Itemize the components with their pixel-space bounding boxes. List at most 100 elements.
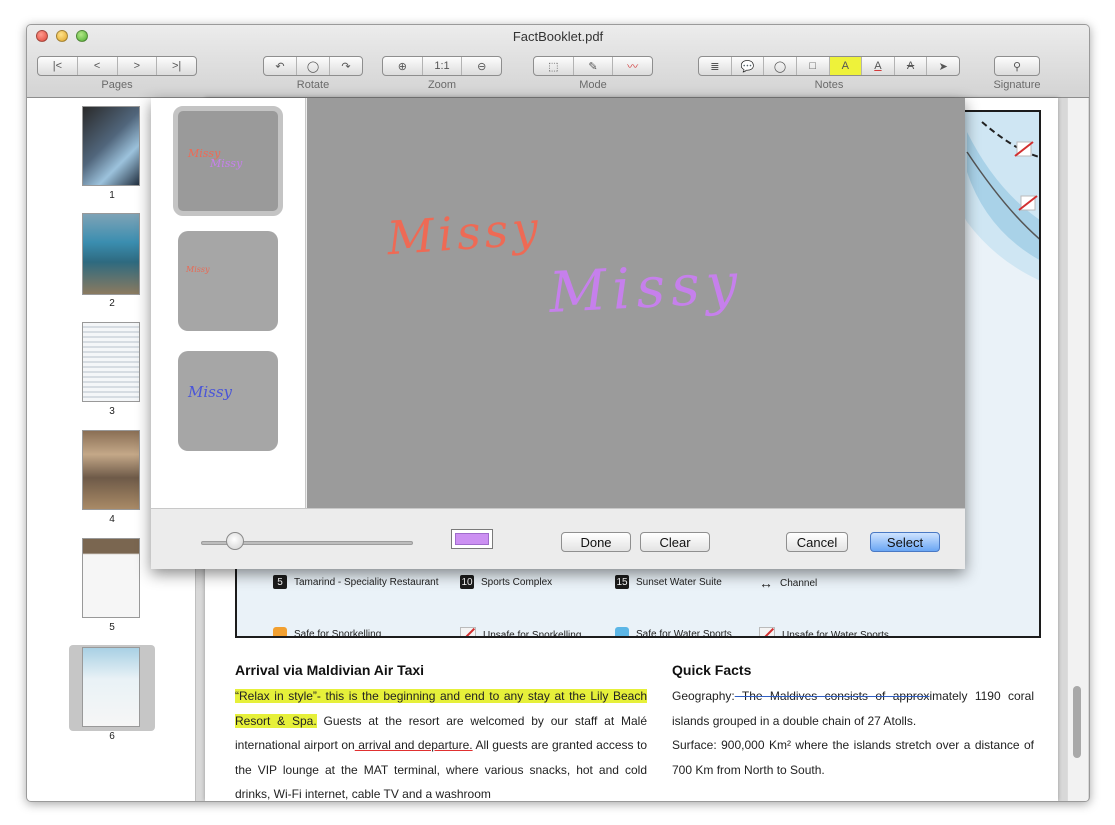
legend-item: ↔ Channel (759, 575, 817, 591)
notes-control: ≣ 💬 ◯ □ A A A ➤ (698, 56, 960, 76)
rotate-left-icon[interactable]: ↶ (264, 57, 296, 75)
legend-item: 15 Sunset Water Suite (615, 575, 722, 589)
legend-item: Unsafe for Snorkelling (460, 627, 582, 638)
legend-item: Safe for Water Sports (615, 627, 732, 638)
signature-sheet: Missy Missy Missy Missy Missy Missy Done… (151, 98, 965, 569)
legend-label: Unsafe for Snorkelling (483, 629, 582, 638)
highlight-icon[interactable]: A (828, 57, 862, 75)
oval-icon[interactable]: ◯ (763, 57, 796, 75)
rotate-control: ↶ ◯ ↷ (263, 56, 363, 76)
legend-item: Unsafe for Water Sports (759, 627, 889, 638)
quick-facts-paragraph: Geography: The Maldives consists of appr… (672, 684, 1034, 782)
signature-controls: Done Clear Cancel Select (151, 508, 965, 569)
done-button[interactable]: Done (561, 532, 631, 552)
page-thumbnail-4[interactable] (82, 430, 140, 510)
select-button[interactable]: Select (870, 532, 940, 552)
actual-size-button[interactable]: 1:1 (421, 57, 462, 75)
pen-width-slider-knob[interactable] (226, 532, 244, 550)
underline-icon[interactable]: A (861, 57, 894, 75)
zoom-control: ⊕ 1:1 ⊖ (382, 56, 502, 76)
flip-icon[interactable]: ◯ (296, 57, 329, 75)
rotate-label: Rotate (296, 79, 330, 91)
ink-color-well[interactable] (451, 529, 493, 549)
last-page-button[interactable]: >| (156, 57, 196, 75)
legend-item: 5 Tamarind - Speciality Restaurant (273, 575, 439, 589)
pointer-icon[interactable]: ➤ (926, 57, 959, 75)
legend-label: Sports Complex (481, 576, 553, 588)
signature-preview: Missy (186, 265, 210, 274)
note-icon[interactable]: ≣ (699, 57, 731, 75)
signature-card-1[interactable]: Missy Missy (173, 106, 283, 216)
zoom-label: Zoom (427, 79, 457, 91)
canvas-signature-1: Missy (385, 200, 544, 266)
strikethrough-icon[interactable]: A (893, 57, 927, 75)
mode-label: Mode (579, 79, 607, 91)
page-thumbnail-3[interactable] (82, 322, 140, 402)
legend-label: Safe for Water Sports (636, 628, 732, 638)
pages-label: Pages (101, 79, 133, 91)
safe-snorkelling-icon (273, 627, 287, 636)
safe-water-sports-icon (615, 627, 629, 636)
page-thumbnail-1[interactable] (82, 106, 140, 186)
legend-badge: 15 (615, 575, 629, 589)
window-title: FactBooklet.pdf (512, 29, 604, 44)
first-page-button[interactable]: |< (38, 57, 77, 75)
signature-canvas[interactable]: Missy Missy (307, 98, 965, 508)
page-thumbnail-6[interactable] (82, 647, 140, 727)
legend-label: Sunset Water Suite (636, 576, 722, 588)
strikethrough-text: The Maldives consists of approx (734, 689, 930, 703)
signature-card-2[interactable]: Missy (178, 231, 278, 331)
page-thumbnail-5[interactable] (82, 538, 140, 618)
legend-label: Channel (780, 577, 818, 589)
preview-window: FactBooklet.pdf |< < > >| Pages ↶ ◯ ↷ Ro… (26, 24, 1090, 802)
signature-card-3[interactable]: Missy (178, 351, 278, 451)
legend-label: Unsafe for Water Sports (782, 629, 889, 638)
cancel-button[interactable]: Cancel (786, 532, 848, 552)
rectangle-icon[interactable]: □ (795, 57, 829, 75)
legend-label: Safe for Snorkelling (294, 628, 382, 638)
page-number-1: 1 (109, 190, 115, 201)
pencil-mode-icon[interactable]: ✎ (572, 57, 613, 75)
vertical-scrollbar[interactable] (1067, 98, 1088, 801)
mode-control: ⬚ ✎ 〰 (533, 56, 653, 76)
previous-page-button[interactable]: < (76, 57, 117, 75)
legend-item: Safe for Snorkelling (273, 627, 382, 638)
arrival-paragraph: “Relax in style”- this is the beginning … (235, 684, 647, 801)
signature-list: Missy Missy Missy Missy (151, 98, 306, 508)
surface-text: Surface: 900,000 Km² where the islands s… (672, 738, 1034, 777)
page-number-4: 4 (109, 514, 115, 525)
signature-icon[interactable]: ⚲ (995, 57, 1039, 75)
page-number-5: 5 (109, 622, 115, 633)
rotate-right-icon[interactable]: ↷ (329, 57, 362, 75)
unsafe-snorkelling-icon (460, 627, 476, 636)
geography-label: Geography: (672, 689, 735, 703)
title-bar: FactBooklet.pdf |< < > >| Pages ↶ ◯ ↷ Ro… (27, 25, 1089, 98)
signature-label: Signature (993, 79, 1041, 91)
scrollbar-thumb[interactable] (1073, 686, 1081, 758)
speech-bubble-icon[interactable]: 💬 (730, 57, 764, 75)
canvas-signature-2: Missy (547, 250, 745, 327)
signature-preview: Missy (210, 157, 243, 170)
legend-label: Tamarind - Speciality Restaurant (294, 576, 439, 588)
signature-preview: Missy (188, 383, 233, 401)
zoom-in-icon[interactable]: ⊕ (383, 57, 422, 75)
select-mode-icon[interactable]: ⬚ (534, 57, 573, 75)
legend-item: 10 Sports Complex (460, 575, 552, 589)
unsafe-water-sports-icon (759, 627, 775, 636)
channel-arrow-icon: ↔ (759, 575, 773, 591)
quick-facts-heading: Quick Facts (672, 662, 752, 678)
page-number-3: 3 (109, 406, 115, 417)
page-number-6: 6 (109, 731, 115, 742)
page-thumbnail-2[interactable] (82, 213, 140, 295)
arrival-heading: Arrival via Maldivian Air Taxi (235, 662, 425, 678)
clear-button[interactable]: Clear (640, 532, 710, 552)
page-number-2: 2 (109, 298, 115, 309)
next-page-button[interactable]: > (116, 57, 157, 75)
annotate-mode-icon[interactable]: 〰 (612, 57, 652, 75)
pages-control: |< < > >| (37, 56, 197, 76)
signature-control: ⚲ (994, 56, 1040, 76)
zoom-out-icon[interactable]: ⊖ (461, 57, 501, 75)
legend-badge: 10 (460, 575, 474, 589)
underlined-text: arrival and departure. (354, 738, 473, 752)
legend-badge: 5 (273, 575, 287, 589)
